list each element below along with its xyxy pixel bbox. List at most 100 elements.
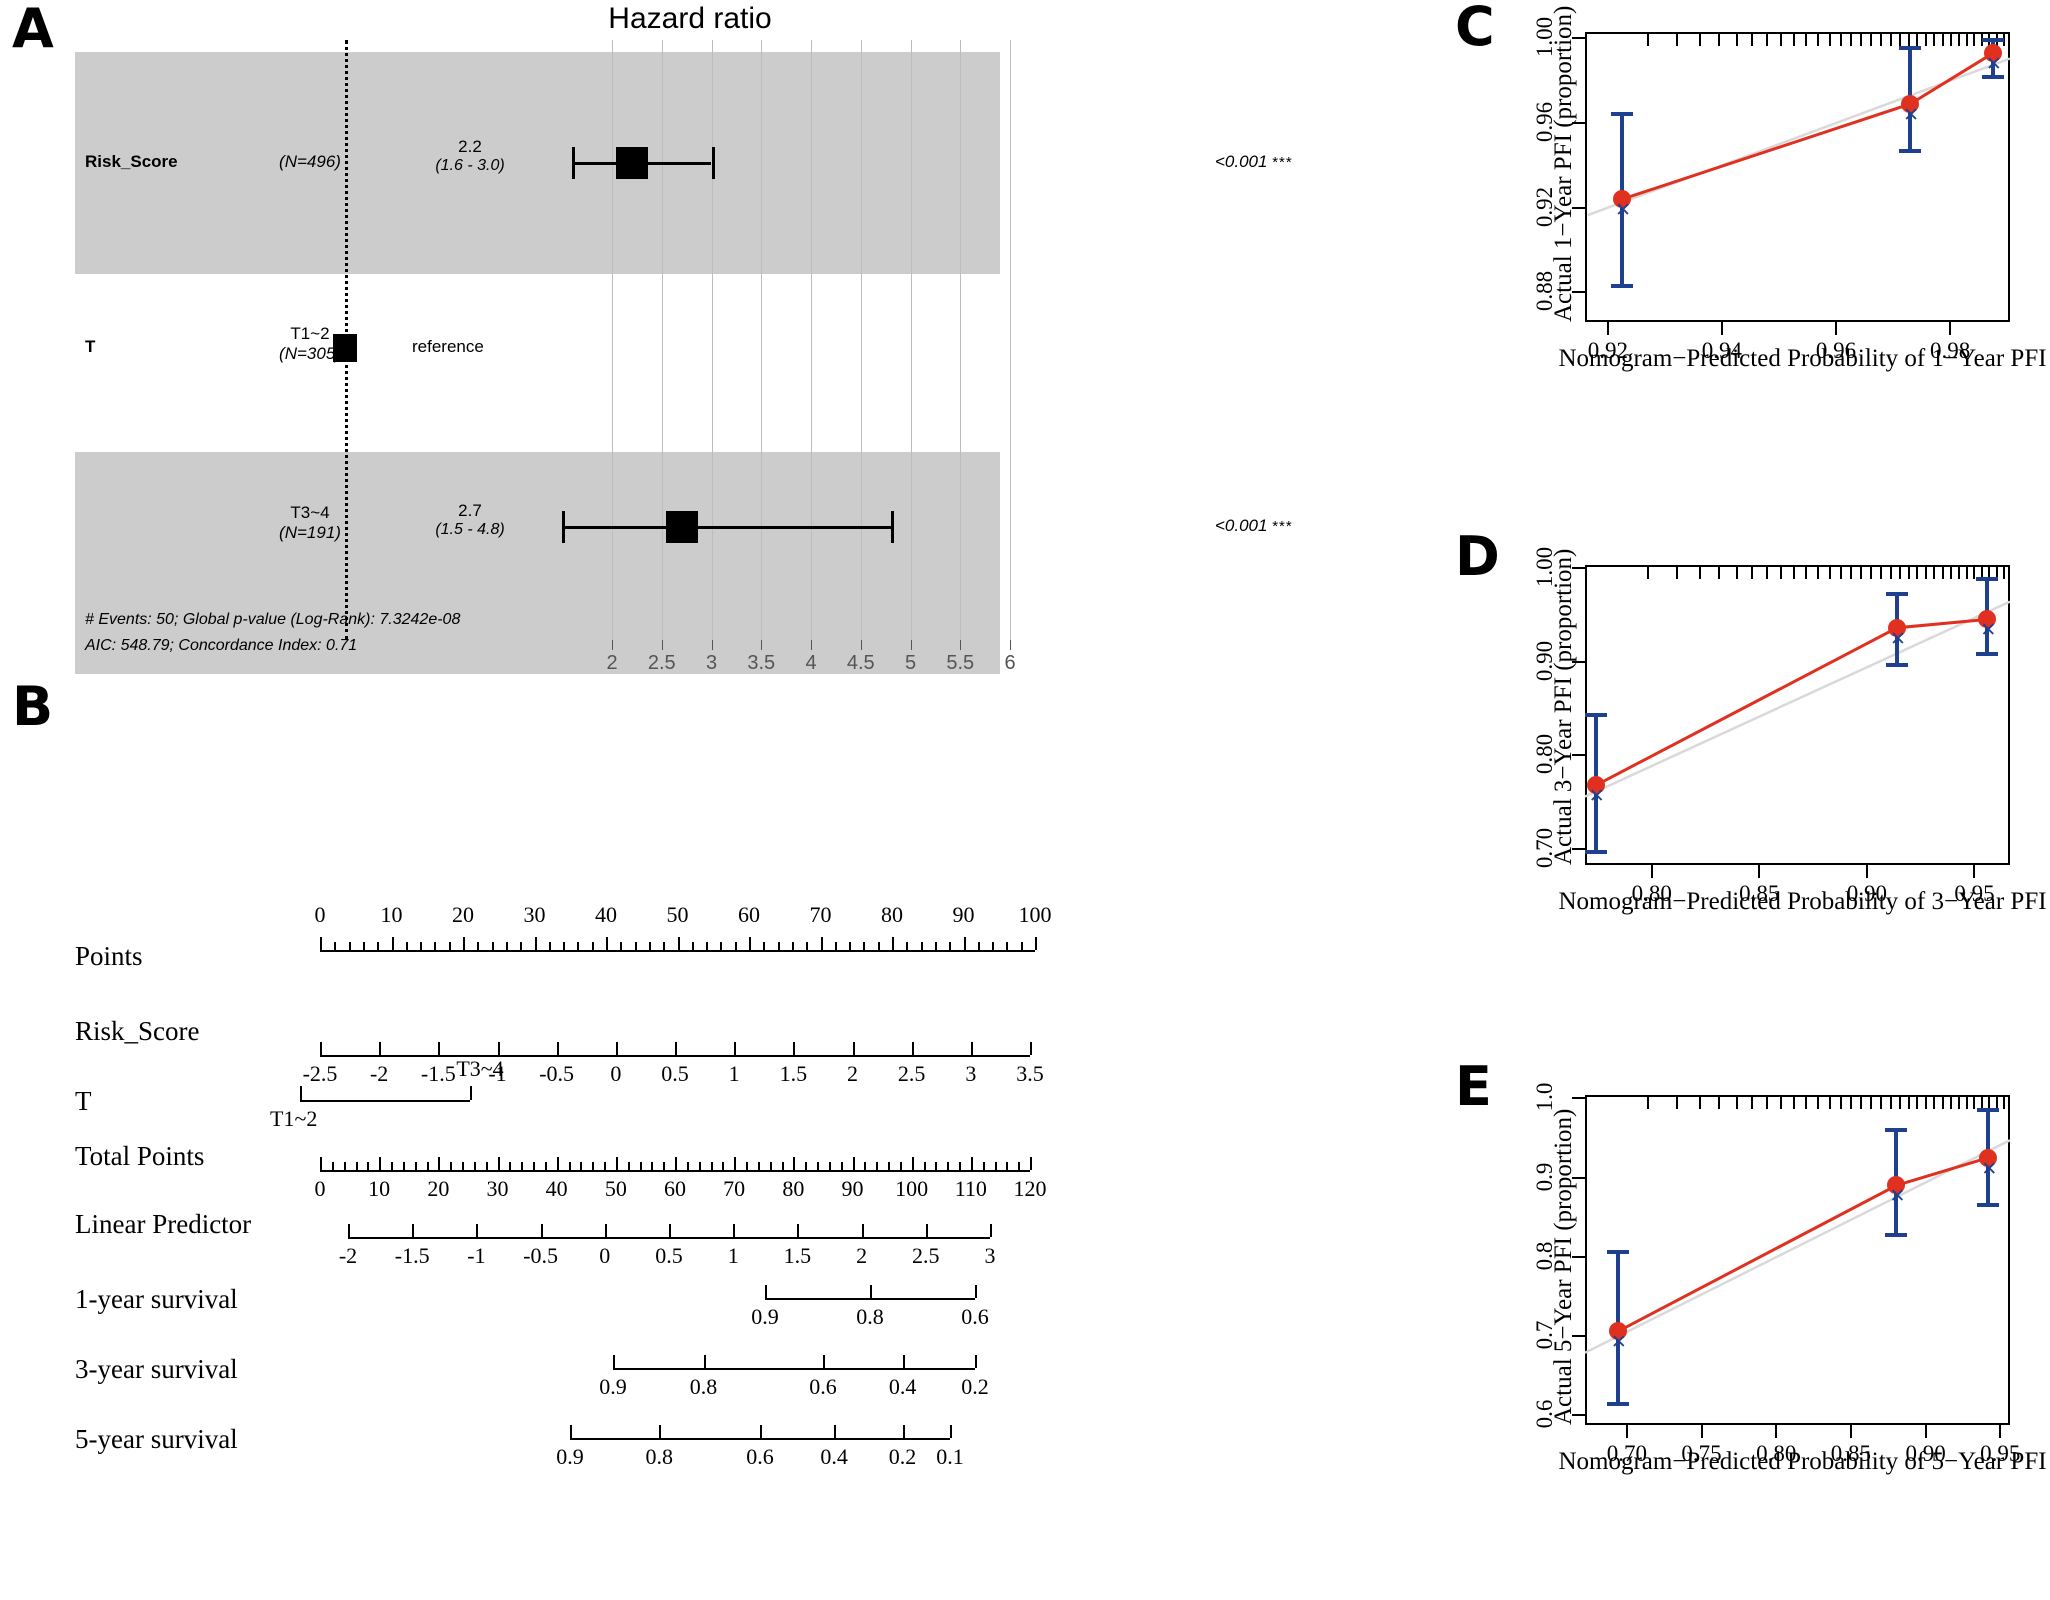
rug-tick <box>1941 566 1944 579</box>
forest-point-estimate-marker <box>615 147 648 179</box>
bias-corrected-x-marker: ✕ <box>1985 53 2002 76</box>
rug-tick <box>1860 566 1863 579</box>
x-axis-tick <box>1924 1425 1927 1438</box>
nomogram-tick-label: 0.9 <box>599 1374 627 1399</box>
nomogram-row-label-2: T <box>75 1086 92 1116</box>
nomogram-minor-tick <box>834 942 837 950</box>
rug-tick <box>1828 33 1831 46</box>
forest-hr-value: 2.2 <box>458 137 482 156</box>
y-axis-tick <box>1572 1097 1585 1100</box>
nomogram-minor-tick <box>544 1162 547 1170</box>
nomogram-minor-tick <box>934 942 937 950</box>
forest-hr-value: 2.7 <box>458 501 482 520</box>
forest-axis-tick <box>711 640 713 650</box>
rug-tick <box>1718 33 1721 46</box>
nomogram-tick-label: 50 <box>666 902 689 927</box>
rug-tick <box>1779 1096 1782 1109</box>
rug-tick <box>1889 566 1892 579</box>
nomogram-tick-label: 0.4 <box>888 1374 917 1399</box>
nomogram-minor-tick <box>420 942 423 950</box>
plot-frame <box>1585 32 2010 322</box>
rug-tick <box>1735 1096 1738 1109</box>
nomogram-tick <box>348 1224 350 1237</box>
x-axis-tick <box>1865 865 1868 878</box>
nomogram-tick-label: 40 <box>595 902 617 927</box>
nomogram-tick-label: 0.6 <box>961 1304 989 1329</box>
forest-variable-label: Risk_Score <box>85 152 178 171</box>
x-axis-tick <box>1720 322 1723 335</box>
rug-tick <box>1916 1096 1919 1109</box>
rug-tick <box>1973 566 1976 579</box>
rug-tick <box>1698 566 1701 579</box>
bias-corrected-x-marker: ✕ <box>1610 1331 1627 1354</box>
nomogram-minor-tick <box>706 942 709 950</box>
rug-tick <box>1949 33 1952 46</box>
forest-reference-text: reference <box>412 337 484 356</box>
rug-tick <box>1957 1096 1960 1109</box>
nomogram-minor-tick <box>343 1162 346 1170</box>
nomogram-tick <box>556 1042 559 1055</box>
y-axis-title: Actual 5−Year PFI (proportion) <box>1550 1108 1577 1425</box>
nomogram-minor-tick <box>448 942 451 950</box>
rug-tick <box>1828 566 1831 579</box>
nomogram-tick-label: 90 <box>952 902 975 927</box>
forest-estimate: 2.7 (1.5 - 4.8) <box>340 501 600 539</box>
x-axis-tick <box>1625 1425 1628 1438</box>
forest-level-text: T1~2 <box>290 324 330 343</box>
forest-hr-ci: (1.6 - 3.0) <box>435 157 505 174</box>
rug-tick <box>1925 33 1928 46</box>
nomogram-tick-label: 60 <box>738 902 760 927</box>
nomogram-minor-tick <box>402 1162 405 1170</box>
nomogram-tick <box>1035 937 1037 950</box>
nomogram-tick-t <box>470 1086 472 1100</box>
nomogram-minor-tick <box>1018 1162 1021 1170</box>
rug-tick <box>1792 33 1795 46</box>
nomogram-row-label-5: 1-year survival <box>75 1284 238 1314</box>
nomogram-tick <box>412 1224 415 1237</box>
forest-significance-stars: *** <box>1272 518 1293 535</box>
rug-tick <box>1965 566 1968 579</box>
rug-tick <box>1751 33 1754 46</box>
nomogram-minor-tick <box>977 942 980 950</box>
forest-hr-ci: (1.5 - 4.8) <box>435 521 505 538</box>
forest-significance-stars: *** <box>1272 154 1293 171</box>
error-bar-cap-upper <box>1976 576 1999 581</box>
nomogram-tick-label: 100 <box>1018 902 1052 927</box>
nomogram-tick <box>320 1157 322 1170</box>
error-bar-cap-upper <box>1611 112 1634 117</box>
forest-axis-tick <box>1010 640 1011 650</box>
error-bar-cap-upper <box>1977 1107 2000 1112</box>
nomogram-minor-tick <box>992 942 995 950</box>
rug-tick <box>1751 1096 1754 1109</box>
nomogram-tick-label: 0.8 <box>689 1374 718 1399</box>
error-bar-cap-lower <box>1976 651 1999 656</box>
rug-tick <box>1805 566 1808 579</box>
nomogram-minor-tick <box>935 1162 938 1170</box>
forest-estimate: 2.2 (1.6 - 3.0) <box>340 137 600 175</box>
forest-ci-cap-low <box>562 511 566 543</box>
bias-corrected-x-marker: ✕ <box>1588 785 1605 808</box>
forest-reference-marker <box>333 334 357 362</box>
rug-tick <box>1675 1096 1678 1109</box>
rug-tick <box>1925 1096 1928 1109</box>
nomogram-minor-tick <box>746 1162 748 1170</box>
nomogram-tick <box>902 1425 905 1438</box>
nomogram-tick <box>659 1425 662 1438</box>
nomogram-tick-label: 0 <box>314 902 326 927</box>
rug-tick <box>1698 1096 1701 1109</box>
forest-sample-size: (N=191) <box>279 523 341 542</box>
nomogram-minor-tick <box>720 942 723 950</box>
rug-tick <box>1933 1096 1936 1109</box>
rug-tick <box>1817 566 1820 579</box>
nomogram-tick <box>852 1157 855 1170</box>
nomogram-tick <box>820 937 823 950</box>
nomogram-tick <box>497 1157 500 1170</box>
nomogram-minor-tick <box>348 942 351 950</box>
nomogram-tick <box>760 1425 762 1438</box>
nomogram-tick <box>606 937 608 950</box>
nomogram-minor-tick <box>634 942 637 950</box>
nomogram-minor-tick <box>763 942 766 950</box>
bias-corrected-x-marker: ✕ <box>1889 1185 1906 1208</box>
nomogram-minor-tick <box>947 1162 950 1170</box>
panel-a-forest-plot: A Hazard ratio Risk_Score (N=496) 2.2 (1.6 … <box>0 0 1380 700</box>
